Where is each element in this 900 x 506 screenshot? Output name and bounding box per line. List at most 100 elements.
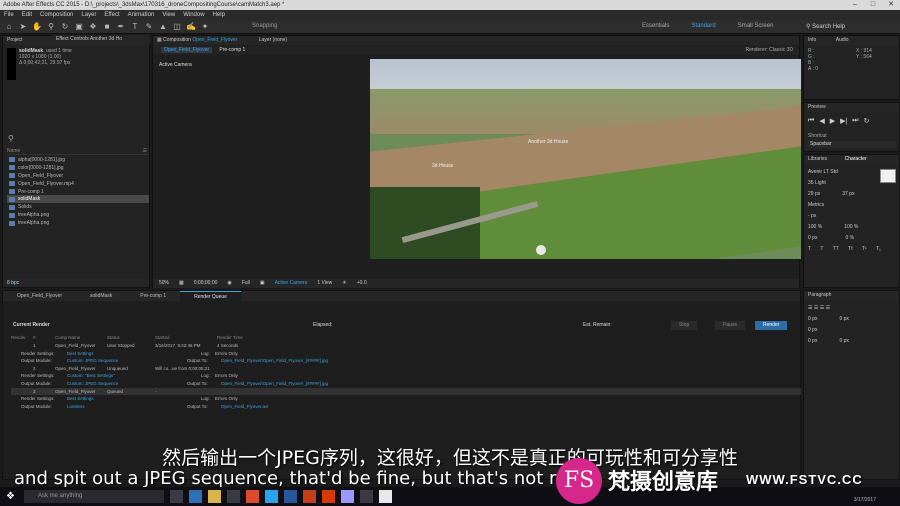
pan-behind-tool-icon[interactable]: ❖ bbox=[88, 22, 98, 32]
kerning-field[interactable]: Metrics bbox=[808, 202, 824, 208]
photoshop-icon[interactable] bbox=[265, 490, 278, 503]
snapping-toggle[interactable]: Snapping bbox=[252, 23, 277, 29]
project-file-item[interactable]: color[0000-1281].jpg bbox=[7, 164, 149, 172]
roi-icon[interactable]: ▣ bbox=[260, 279, 265, 288]
clone-tool-icon[interactable]: ▲ bbox=[158, 22, 168, 32]
workspace-essentials[interactable]: Essentials bbox=[642, 23, 669, 29]
menu-file[interactable]: File bbox=[4, 10, 14, 20]
pause-button[interactable]: Pause bbox=[715, 321, 746, 330]
vertical-scale-field[interactable]: 100 % bbox=[808, 224, 822, 230]
render-settings-select[interactable]: Custom: "Best Settings" bbox=[67, 372, 115, 379]
render-queue-item[interactable]: 2 Open_Field_Flyover Unqueued Will co...ue … bbox=[11, 365, 801, 372]
column-status[interactable]: Status bbox=[107, 335, 120, 340]
project-file-item[interactable]: treeAlpha.png bbox=[7, 211, 149, 219]
tab-render-queue[interactable]: Render Queue bbox=[180, 291, 241, 301]
menu-help[interactable]: Help bbox=[213, 10, 225, 20]
last-frame-icon[interactable]: ⏭ bbox=[852, 117, 858, 125]
next-frame-icon[interactable]: ▶| bbox=[840, 117, 847, 125]
render-settings-select[interactable]: Best Settings bbox=[67, 395, 94, 402]
leading-field[interactable]: 37 px bbox=[842, 191, 854, 197]
pen-tool-icon[interactable]: ✒ bbox=[116, 22, 126, 32]
viewer-anchor-point[interactable] bbox=[536, 245, 546, 255]
effect-controls-tab[interactable]: Effect Controls Another 3d Ho bbox=[52, 35, 150, 44]
close-icon[interactable]: ✕ bbox=[882, 0, 900, 10]
menu-composition[interactable]: Composition bbox=[40, 10, 73, 20]
after-effects-icon[interactable] bbox=[341, 490, 354, 503]
all-caps-icon[interactable]: TT bbox=[833, 246, 839, 252]
menu-edit[interactable]: Edit bbox=[22, 10, 32, 20]
store-icon[interactable] bbox=[227, 490, 240, 503]
project-search-icon[interactable]: ⚲ bbox=[8, 134, 14, 143]
space-after-field[interactable]: 0 px bbox=[839, 338, 848, 344]
brush-tool-icon[interactable]: ✎ bbox=[144, 22, 154, 32]
menu-window[interactable]: Window bbox=[183, 10, 204, 20]
align-right-icon[interactable]: ☰ bbox=[820, 305, 824, 311]
render-item-comp-name[interactable]: Open_Field_Flyover bbox=[55, 365, 96, 372]
magnification-select[interactable]: 50% bbox=[159, 279, 169, 288]
shortcut-select[interactable]: Spacebar bbox=[808, 141, 896, 148]
font-style-select[interactable]: 35 Light bbox=[808, 178, 896, 189]
camera-view-select[interactable]: Active Camera bbox=[275, 279, 308, 288]
windows-start-icon[interactable]: ❖ bbox=[6, 491, 15, 502]
rectangle-tool-icon[interactable]: ■ bbox=[102, 22, 112, 32]
small-caps-icon[interactable]: Tt bbox=[848, 246, 852, 252]
media-encoder-icon[interactable] bbox=[360, 490, 373, 503]
loop-icon[interactable]: ↻ bbox=[864, 117, 870, 125]
tsume-field[interactable]: 0 % bbox=[845, 235, 854, 241]
column-comp-name[interactable]: Comp Name bbox=[55, 335, 80, 340]
font-size-field[interactable]: 29 px bbox=[808, 191, 820, 197]
output-to-path[interactable]: Open_Field_Flyover\Open_Field_Flyover_[#… bbox=[221, 380, 328, 387]
project-file-item[interactable]: solidMask bbox=[7, 195, 149, 204]
notes-icon[interactable] bbox=[379, 490, 392, 503]
faux-bold-icon[interactable]: T bbox=[808, 246, 811, 252]
output-module-select[interactable]: Custom: JPEG Sequence bbox=[67, 357, 118, 364]
indent-right-field[interactable]: 0 px bbox=[839, 316, 848, 322]
render-queue-item[interactable]: 1 Open_Field_Flyover User Stopped 3/16/2017… bbox=[11, 342, 801, 349]
project-file-item[interactable]: alpha[0000-1281].jpg bbox=[7, 156, 149, 164]
breadcrumb-pre-comp[interactable]: Pre-comp 1 bbox=[219, 47, 245, 53]
project-file-item[interactable]: Solids bbox=[7, 203, 149, 211]
workspace-small-screen[interactable]: Small Screen bbox=[738, 23, 774, 29]
align-left-icon[interactable]: ☰ bbox=[808, 305, 812, 311]
snapshot-icon[interactable]: ◉ bbox=[227, 279, 231, 288]
tab-project[interactable]: Project bbox=[7, 37, 23, 43]
view-layout-select[interactable]: 1 View bbox=[317, 279, 332, 288]
column-render[interactable]: Render bbox=[11, 335, 26, 340]
column-render-time[interactable]: Render Time bbox=[217, 335, 243, 340]
tab-character[interactable]: Character bbox=[845, 156, 867, 162]
faux-italic-icon[interactable]: T bbox=[820, 246, 823, 252]
resolution-grid-icon[interactable]: ▦ bbox=[179, 279, 184, 288]
selection-tool-icon[interactable]: ➤ bbox=[18, 22, 28, 32]
timecode-display[interactable]: 0;00;00;00 bbox=[194, 279, 218, 288]
project-file-item[interactable]: Open_Field_Flyover bbox=[7, 172, 149, 180]
column-number[interactable]: # bbox=[33, 335, 36, 340]
project-file-item[interactable]: Open_Field_Flyover.mp4 bbox=[7, 180, 149, 188]
tab-composition[interactable]: Open_Field_Flyover bbox=[192, 37, 237, 43]
roto-tool-icon[interactable]: ✍ bbox=[186, 22, 196, 32]
column-started[interactable]: Started bbox=[155, 335, 170, 340]
zoom-tool-icon[interactable]: ⚲ bbox=[46, 22, 56, 32]
log-select[interactable]: Errors Only bbox=[215, 350, 238, 357]
breadcrumb-open-field-flyover[interactable]: Open_Field_Flyover bbox=[161, 47, 213, 53]
output-module-select[interactable]: Custom: JPEG Sequence bbox=[67, 380, 118, 387]
align-center-icon[interactable]: ☰ bbox=[814, 305, 818, 311]
output-to-path[interactable]: Open_Field_Flyover\Open_Field_Flyover_[#… bbox=[221, 357, 328, 364]
menu-layer[interactable]: Layer bbox=[81, 10, 96, 20]
exposure-value[interactable]: +0.0 bbox=[357, 279, 367, 288]
render-item-comp-name[interactable]: Open_Field_Flyover bbox=[55, 342, 96, 349]
hand-tool-icon[interactable]: ✋ bbox=[32, 22, 42, 32]
first-frame-icon[interactable]: ⏮ bbox=[808, 117, 814, 125]
horizontal-scale-field[interactable]: 100 % bbox=[844, 224, 858, 230]
indent-first-field[interactable]: 0 px bbox=[808, 327, 817, 333]
workspace-standard[interactable]: Standard bbox=[691, 23, 715, 29]
exposure-icon[interactable]: ☀ bbox=[342, 279, 346, 288]
word-icon[interactable] bbox=[284, 490, 297, 503]
tab-audio[interactable]: Audio bbox=[836, 37, 849, 43]
render-settings-select[interactable]: Best Settings bbox=[67, 350, 94, 357]
renderer-indicator[interactable]: Renderer: Classic 3D bbox=[745, 46, 793, 55]
composition-viewer[interactable]: 3d House Another 3d House bbox=[370, 59, 801, 259]
subscript-icon[interactable]: T₁ bbox=[876, 246, 881, 252]
resolution-select[interactable]: Full bbox=[242, 279, 250, 288]
edge-icon[interactable] bbox=[189, 490, 202, 503]
puppet-tool-icon[interactable]: ✦ bbox=[200, 22, 210, 32]
